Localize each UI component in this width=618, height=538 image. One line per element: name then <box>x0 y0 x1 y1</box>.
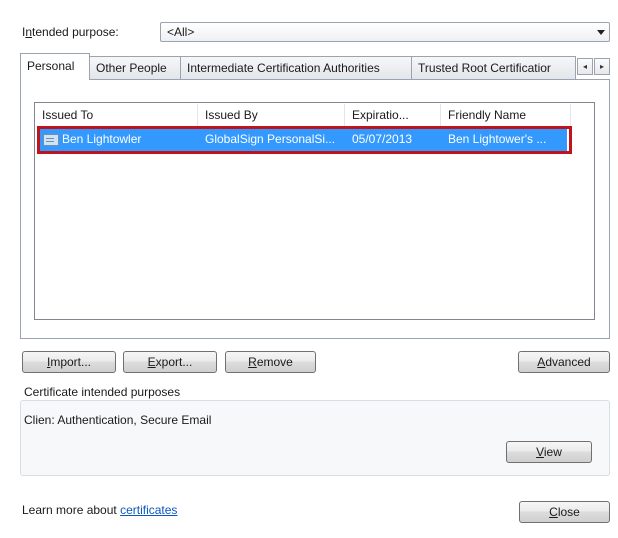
column-header-expiration[interactable]: Expiratio... <box>345 104 441 128</box>
tab-personal[interactable]: Personal <box>20 53 90 80</box>
tab-intermediate-certification-authorities[interactable]: Intermediate Certification Authorities <box>180 56 412 79</box>
remove-button[interactable]: Remove <box>225 351 316 373</box>
purposes-group-title: Certificate intended purposes <box>24 385 181 399</box>
column-header-issued-to[interactable]: Issued To <box>35 104 198 128</box>
tab-scroll-right-icon[interactable]: ▸ <box>594 58 610 75</box>
purposes-group <box>20 400 610 476</box>
selected-row-highlight <box>37 126 572 154</box>
column-header-friendly-name[interactable]: Friendly Name <box>441 104 571 128</box>
export-button[interactable]: Export... <box>123 351 217 373</box>
intended-purpose-value: <All> <box>167 25 195 39</box>
view-button[interactable]: View <box>506 441 592 463</box>
close-button[interactable]: Close <box>519 501 610 523</box>
import-button[interactable]: Import... <box>22 351 116 373</box>
purposes-text: Clien: Authentication, Secure Email <box>24 413 212 427</box>
tab-scroll-left-icon[interactable]: ◂ <box>577 58 593 75</box>
intended-purpose-dropdown[interactable]: <All> <box>160 22 610 42</box>
tab-other-people[interactable]: Other People <box>89 56 181 79</box>
advanced-button[interactable]: Advanced <box>518 351 610 373</box>
chevron-down-icon[interactable] <box>597 30 605 35</box>
certificates-link[interactable]: certificates <box>120 503 177 517</box>
intended-purpose-label: Intended purpose: <box>22 25 119 39</box>
learn-more-text: Learn more about certificates <box>22 503 178 517</box>
column-header-issued-by[interactable]: Issued By <box>198 104 345 128</box>
tab-trusted-root-certification[interactable]: Trusted Root Certificatior <box>411 56 576 79</box>
